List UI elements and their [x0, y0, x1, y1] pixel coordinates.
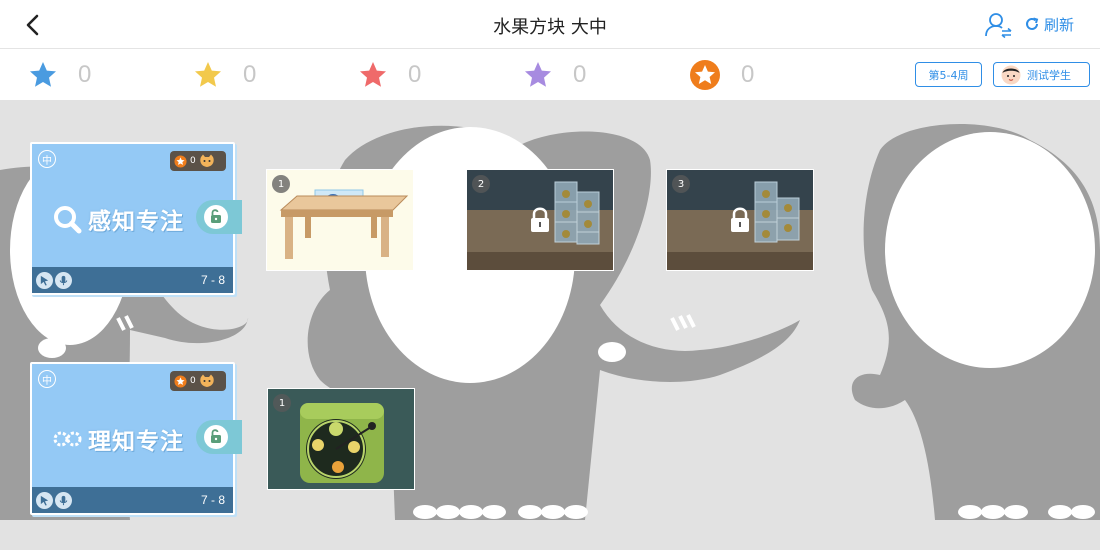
star-summary-bar: 0 0 0 0 0 第5-4周 测试学生 [0, 49, 1100, 100]
refresh-label: 刷新 [1044, 15, 1075, 34]
student-name: 测试学生 [1027, 68, 1071, 82]
module-title-text: 理知专注 [88, 429, 184, 455]
student-selector[interactable]: 测试学生 [993, 62, 1090, 87]
purple-star-count: 0 [573, 61, 587, 88]
age-range: 7 - 8 [200, 273, 225, 287]
level-badge: 中 [38, 150, 56, 168]
switch-user-button[interactable] [983, 10, 1013, 40]
age-range: 7 - 8 [200, 493, 225, 507]
red-star-icon [360, 62, 386, 87]
microphone-icon [55, 491, 72, 509]
week-selector[interactable]: 第5-4周 [915, 62, 982, 87]
module-title-text: 感知专注 [88, 209, 184, 235]
game-number-badge: 2 [472, 175, 490, 193]
game-number-badge: 1 [272, 175, 290, 193]
unlock-toggle-knob [204, 425, 228, 449]
yellow-star-icon [195, 62, 221, 87]
microphone-icon [55, 271, 72, 289]
reward-count: 0 [190, 376, 196, 386]
yellow-star-count: 0 [243, 61, 257, 88]
reward-badge: 0 [170, 371, 226, 391]
student-avatar-icon [1001, 65, 1021, 84]
unlock-toggle[interactable] [196, 200, 242, 234]
cursor-mode-icon [36, 271, 53, 289]
unlocked-padlock-icon [211, 429, 221, 443]
yellow-star-stat: 0 [193, 59, 256, 91]
blue-star-stat: 0 [28, 59, 91, 91]
module-footer: 7 - 8 [32, 267, 233, 293]
purple-star-stat: 0 [523, 59, 586, 91]
page-title: 水果方块 大中 [493, 17, 607, 38]
game-thumbnail-3[interactable]: 3 [666, 169, 814, 271]
module-footer: 7 - 8 [32, 487, 233, 513]
unlocked-padlock-icon [211, 209, 221, 223]
cat-mascot-icon [200, 374, 214, 387]
unlock-toggle-knob [204, 205, 228, 229]
reward-count: 0 [190, 156, 196, 166]
blue-star-icon [30, 62, 56, 87]
refresh-button[interactable]: 刷新 [1024, 13, 1074, 35]
blue-star-count: 0 [78, 61, 92, 88]
padlock-icon [731, 207, 749, 232]
orange-star-badge-icon [174, 374, 187, 388]
unlock-toggle[interactable] [196, 420, 242, 454]
orange-badge-stat: 0 [689, 59, 754, 91]
game-thumbnail-2[interactable]: 2 [466, 169, 614, 271]
refresh-icon [1026, 17, 1039, 30]
switch-user-icon [985, 13, 1012, 39]
red-star-stat: 0 [358, 59, 421, 91]
red-star-count: 0 [408, 61, 422, 88]
cursor-mode-icon [36, 491, 53, 509]
cat-mascot-icon [200, 154, 214, 167]
orange-star-badge-icon [690, 60, 720, 90]
lesson-area: 中 0 感知专注 7 - 8 1 2 3 中 0 理知专注 7 - 8 1 [0, 100, 1100, 550]
module-title: 理知专注 [52, 422, 184, 456]
reward-badge: 0 [170, 151, 226, 171]
game-thumbnail-1[interactable]: 1 [267, 388, 415, 490]
module-card-perception-focus[interactable]: 中 0 感知专注 7 - 8 [30, 142, 242, 297]
gears-icon [53, 431, 82, 447]
game-thumbnail-1[interactable]: 1 [266, 169, 414, 271]
module-card-cognition-focus[interactable]: 中 0 理知专注 7 - 8 [30, 362, 242, 517]
purple-star-icon [525, 62, 551, 87]
game-number-badge: 3 [672, 175, 690, 193]
orange-star-badge-icon [174, 154, 187, 168]
module-title: 感知专注 [52, 202, 184, 236]
padlock-icon [531, 207, 549, 232]
level-badge: 中 [38, 370, 56, 388]
top-bar: 水果方块 大中 刷新 [0, 0, 1100, 49]
orange-badge-count: 0 [741, 61, 755, 88]
magnifier-icon [54, 206, 82, 234]
game-number-badge: 1 [273, 394, 291, 412]
